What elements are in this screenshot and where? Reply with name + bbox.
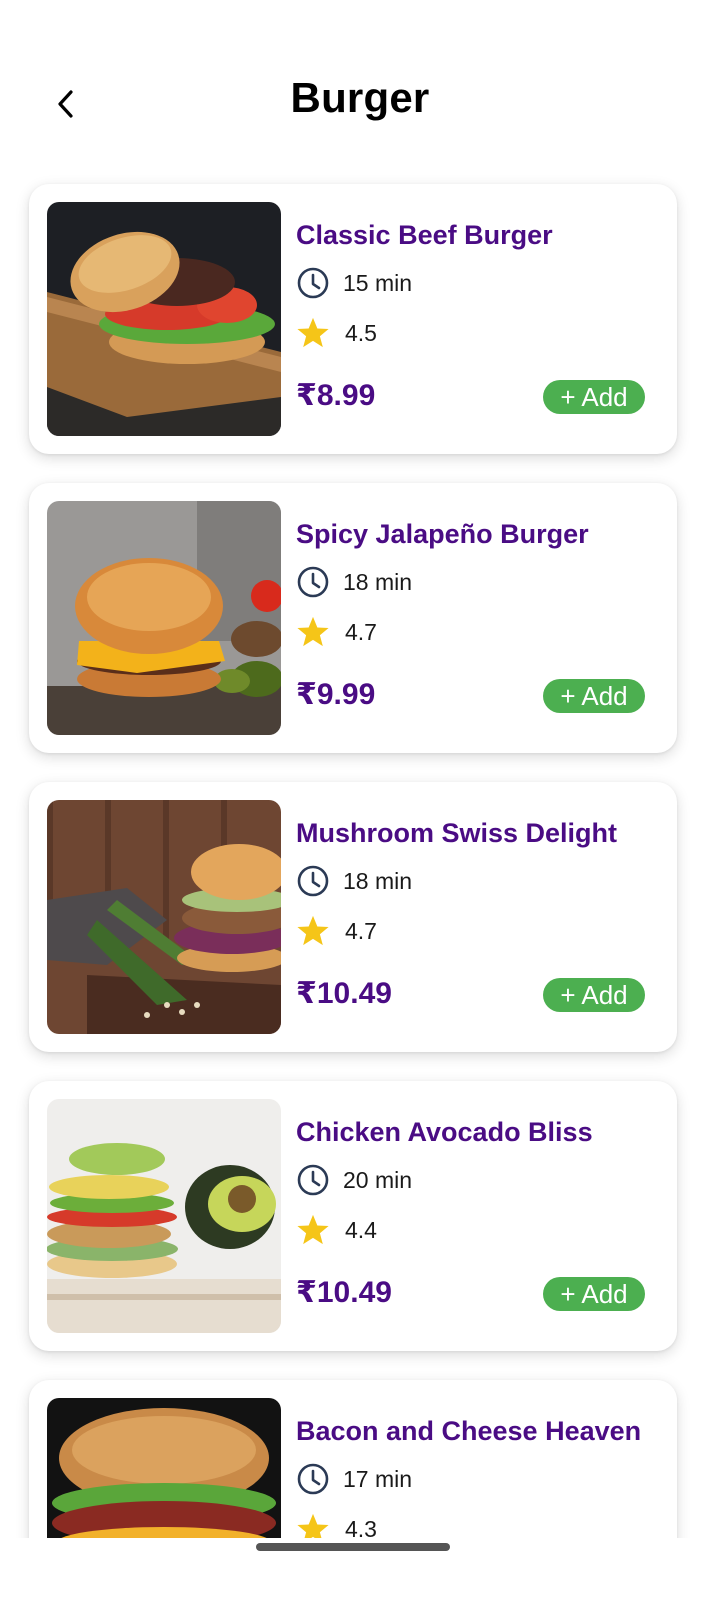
clock-icon (296, 864, 330, 898)
food-card[interactable]: Classic Beef Burger 15 min 4.5 ₹8.99 + A… (29, 184, 677, 454)
prep-time: 18 min (296, 565, 412, 599)
add-button[interactable]: + Add (543, 380, 645, 414)
clock-icon (296, 1163, 330, 1197)
item-name: Mushroom Swiss Delight (296, 818, 618, 848)
star-icon (296, 1213, 330, 1247)
time-text: 18 min (343, 867, 413, 894)
time-text: 18 min (343, 568, 413, 595)
food-image (47, 800, 281, 1034)
add-button[interactable]: + Add (543, 1277, 645, 1311)
clock-icon (296, 1462, 330, 1496)
time-text: 15 min (343, 269, 413, 296)
add-button[interactable]: + Add (543, 679, 645, 713)
prep-time: 18 min (296, 864, 412, 898)
item-name: Spicy Jalapeño Burger (296, 519, 589, 549)
clock-icon (296, 266, 330, 300)
clock-icon (296, 565, 330, 599)
price: ₹8.99 (296, 379, 376, 412)
prep-time: 20 min (296, 1163, 412, 1197)
item-name: Classic Beef Burger (296, 220, 553, 250)
price: ₹10.49 (296, 1276, 392, 1309)
time-text: 17 min (343, 1465, 413, 1492)
star-icon (296, 316, 330, 350)
star-icon (296, 615, 330, 649)
rating: 4.7 (296, 615, 377, 649)
add-button[interactable]: + Add (543, 978, 645, 1012)
rating: 4.7 (296, 914, 377, 948)
food-list: Classic Beef Burger 15 min 4.5 ₹8.99 + A… (29, 184, 677, 1600)
home-indicator[interactable] (256, 1543, 450, 1551)
food-card[interactable]: Spicy Jalapeño Burger 18 min 4.7 ₹9.99 +… (29, 483, 677, 753)
rating: 4.4 (296, 1213, 377, 1247)
burger-list-screen: Burger Classic Beef Burger 15 min 4.5 ₹8… (0, 0, 720, 1600)
item-name: Chicken Avocado Bliss (296, 1117, 593, 1147)
food-image (47, 202, 281, 436)
food-image (47, 1099, 281, 1333)
page-title: Burger (290, 74, 430, 121)
time-text: 20 min (343, 1166, 413, 1193)
price: ₹10.49 (296, 977, 392, 1010)
food-card[interactable]: Chicken Avocado Bliss 20 min 4.4 ₹10.49 … (29, 1081, 677, 1351)
rating-text: 4.7 (345, 917, 377, 944)
header: Burger (0, 60, 720, 150)
prep-time: 17 min (296, 1462, 412, 1496)
food-image (47, 501, 281, 735)
prep-time: 15 min (296, 266, 412, 300)
rating-text: 4.5 (345, 319, 377, 346)
rating: 4.5 (296, 316, 377, 350)
rating-text: 4.4 (345, 1216, 377, 1243)
price: ₹9.99 (296, 678, 376, 711)
food-card[interactable]: Mushroom Swiss Delight 18 min 4.7 ₹10.49… (29, 782, 677, 1052)
rating-text: 4.7 (345, 618, 377, 645)
item-name: Bacon and Cheese Heaven (296, 1416, 642, 1446)
star-icon (296, 914, 330, 948)
